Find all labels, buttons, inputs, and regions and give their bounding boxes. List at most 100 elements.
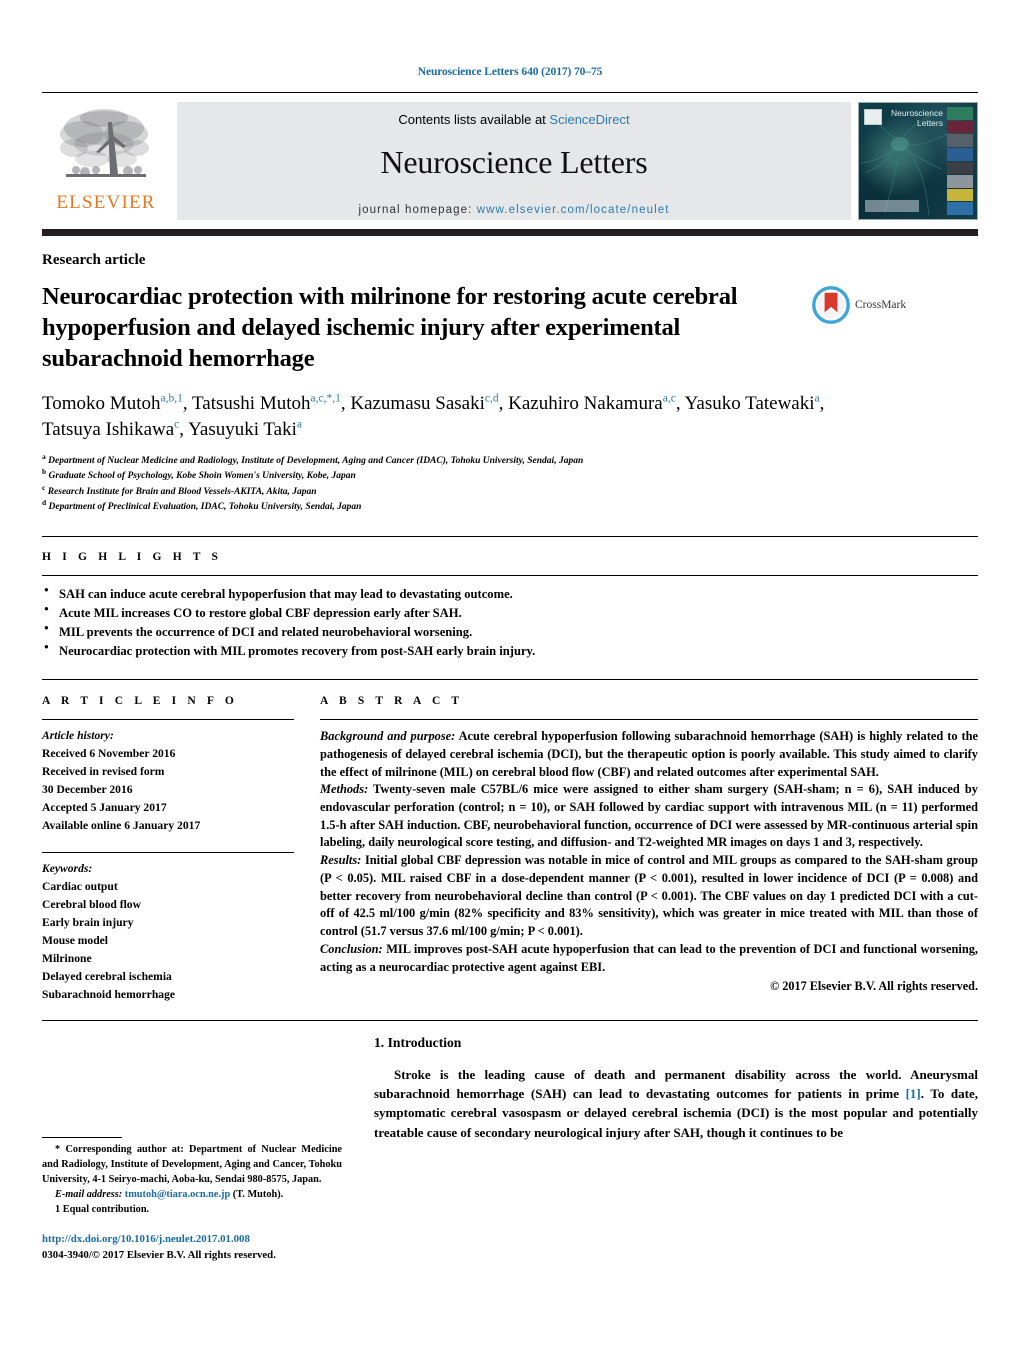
crossmark-badge[interactable]: CrossMark xyxy=(812,282,922,324)
abstract-body: Background and purpose: Acute cerebral h… xyxy=(320,720,978,976)
homepage-url-link[interactable]: www.elsevier.com/locate/neulet xyxy=(477,204,670,216)
author-name[interactable]: Yasuko Tatewaki xyxy=(685,393,815,414)
affiliation-item: b Graduate School of Psychology, Kobe Sh… xyxy=(42,467,356,482)
author-name[interactable]: Tatsuya Ishikawa xyxy=(42,419,174,440)
author-affiliation-marks: a,c xyxy=(662,392,676,405)
article-history-line: Accepted 5 January 2017 xyxy=(42,801,167,815)
abstract-section-text: Initial global CBF depression was notabl… xyxy=(320,853,978,939)
abstract-heading: A B S T R A C T xyxy=(320,695,464,708)
author-affiliation-marks: c xyxy=(174,418,180,431)
keyword-item: Mouse model xyxy=(42,933,109,947)
abstract-section: Background and purpose: Acute cerebral h… xyxy=(320,728,978,781)
issn-copyright-line: 0304-3940/© 2017 Elsevier B.V. All right… xyxy=(42,1248,276,1261)
cover-caption-bar xyxy=(865,200,919,212)
highlights-heading: H I G H L I G H T S xyxy=(42,550,223,563)
running-head: Neuroscience Letters 640 (2017) 70–75 xyxy=(417,66,603,78)
contents-prefix: Contents lists available at xyxy=(398,112,550,127)
keywords-label: Keywords: xyxy=(42,861,93,875)
equal-contribution-note: 1 Equal contribution. xyxy=(55,1204,150,1216)
abstract-section-label: Results: xyxy=(320,853,362,868)
contents-available-line: Contents lists available at ScienceDirec… xyxy=(398,112,629,127)
affiliation-list: a Department of Nuclear Medicine and Rad… xyxy=(42,451,978,516)
highlight-item: SAH can induce acute cerebral hypoperfus… xyxy=(42,584,978,604)
cover-image-strip xyxy=(947,107,973,215)
introduction-heading: 1. Introduction xyxy=(374,1035,462,1051)
email-suffix: (T. Mutoh). xyxy=(230,1189,284,1201)
footnote-rule xyxy=(42,1137,122,1139)
article-page: Neuroscience Letters 640 (2017) 70–75 EL… xyxy=(0,0,1020,1351)
doi-link[interactable]: http://dx.doi.org/10.1016/j.neulet.2017.… xyxy=(42,1232,342,1248)
abstract-section-label: Conclusion: xyxy=(320,941,383,956)
citation-link-1[interactable]: [1] xyxy=(906,1086,921,1101)
article-history-label: Article history: xyxy=(42,729,114,743)
article-history-block: Article history: Received 6 November 201… xyxy=(42,720,294,835)
page-title: Neurocardiac protection with milrinone f… xyxy=(42,283,738,372)
abstract-section: Conclusion: MIL improves post-SAH acute … xyxy=(320,941,978,976)
crossmark-label: CrossMark xyxy=(855,299,907,311)
highlight-item: MIL prevents the occurrence of DCI and r… xyxy=(42,622,978,642)
keyword-item: Milrinone xyxy=(42,951,92,965)
footnotes-block: * Corresponding author at: Department of… xyxy=(42,1137,342,1263)
article-history-lines: Received 6 November 2016 Received in revi… xyxy=(42,745,294,835)
introduction-paragraph: Stroke is the leading cause of death and… xyxy=(374,1065,978,1141)
journal-masthead: ELSEVIER Contents lists available at Sci… xyxy=(42,92,978,220)
info-abstract-top-rule xyxy=(42,679,978,681)
keyword-item: Delayed cerebral ischemia xyxy=(42,970,172,984)
author-name[interactable]: Tatsushi Mutoh xyxy=(192,393,310,414)
affiliation-item: a Department of Nuclear Medicine and Rad… xyxy=(42,451,584,467)
affiliation-item: c Research Institute for Brain and Blood… xyxy=(42,482,317,497)
author-affiliation-marks: c,d xyxy=(484,392,499,405)
masthead-bottom-rule xyxy=(42,229,978,236)
abstract-section: Methods: Twenty-seven male C57BL/6 mice … xyxy=(320,781,978,852)
doi-block: http://dx.doi.org/10.1016/j.neulet.2017.… xyxy=(42,1232,342,1263)
keyword-item: Cardiac output xyxy=(42,879,118,893)
article-history-line: 30 December 2016 xyxy=(42,783,133,797)
sciencedirect-link[interactable]: ScienceDirect xyxy=(549,112,629,127)
journal-cover-thumbnail: Neuroscience Letters xyxy=(858,102,978,220)
affiliation-item: d Department of Preclinical Evaluation, … xyxy=(42,497,362,513)
article-history-line: Received 6 November 2016 xyxy=(42,747,176,761)
email-note: E-mail address: tmutoh@tiara.ocn.ne.jp (… xyxy=(42,1187,342,1202)
right-column: 1. Introduction Stroke is the leading ca… xyxy=(374,1035,978,1141)
cover-journal-title: Neuroscience Letters xyxy=(891,108,943,128)
journal-cover-logo xyxy=(864,109,882,125)
journal-homepage-line: journal homepage: www.elsevier.com/locat… xyxy=(358,204,669,216)
intro-text-part1: Stroke is the leading cause of death and… xyxy=(374,1067,978,1102)
corresponding-author-note: * Corresponding author at: Department of… xyxy=(42,1144,342,1186)
email-label: E-mail address: xyxy=(55,1189,123,1201)
abstract-section-text: Twenty-seven male C57BL/6 mice were assi… xyxy=(320,782,978,850)
author-name[interactable]: Yasuyuki Taki xyxy=(188,419,297,440)
affiliation-mark: b xyxy=(42,467,47,477)
abstract-section: Results: Initial global CBF depression w… xyxy=(320,852,978,941)
masthead-center-panel: Contents lists available at ScienceDirec… xyxy=(177,102,851,220)
author-name[interactable]: Tomoko Mutoh xyxy=(42,393,160,414)
article-type-label: Research article xyxy=(42,252,146,268)
keyword-lines: Cardiac output Cerebral blood flow Early b… xyxy=(42,878,294,1005)
author-affiliation-marks: a xyxy=(296,418,302,431)
author-affiliation-marks: a,c,*,1 xyxy=(310,392,341,405)
abstract-section-label: Background and purpose: xyxy=(320,729,456,744)
abstract-column: A B S T R A C T Background and purpose: … xyxy=(320,693,978,1004)
article-info-column: A R T I C L E I N F O Article history: R… xyxy=(42,693,320,1004)
keywords-block: Keywords: Cardiac output Cerebral blood f… xyxy=(42,853,294,1005)
highlights-top-rule xyxy=(42,535,978,537)
affiliation-mark: a xyxy=(42,451,46,461)
elsevier-tree-icon xyxy=(60,109,149,177)
affiliation-mark: c xyxy=(42,482,46,492)
abstract-section-label: Methods: xyxy=(320,782,369,797)
email-link[interactable]: tmutoh@tiara.ocn.ne.jp xyxy=(125,1189,230,1200)
article-history-line: Available online 6 January 2017 xyxy=(42,819,201,833)
keyword-item: Cerebral blood flow xyxy=(42,897,141,911)
keyword-item: Subarachnoid hemorrhage xyxy=(42,988,176,1002)
journal-title: Neuroscience Letters xyxy=(380,144,648,180)
highlights-list: SAH can induce acute cerebral hypoperfus… xyxy=(42,576,978,662)
homepage-label: journal homepage: xyxy=(358,204,477,216)
author-name[interactable]: Kazumasu Sasaki xyxy=(350,393,485,414)
author-list: Tomoko Mutoha,b,1, Tatsushi Mutoha,c,*,1… xyxy=(42,392,825,440)
author-name[interactable]: Kazuhiro Nakamura xyxy=(508,393,663,414)
left-column: * Corresponding author at: Department of… xyxy=(42,1035,342,1261)
elsevier-wordmark: ELSEVIER xyxy=(56,192,156,213)
author-affiliation-marks: a xyxy=(814,392,820,405)
affiliation-mark: d xyxy=(42,497,47,507)
article-info-heading: A R T I C L E I N F O xyxy=(42,695,238,708)
